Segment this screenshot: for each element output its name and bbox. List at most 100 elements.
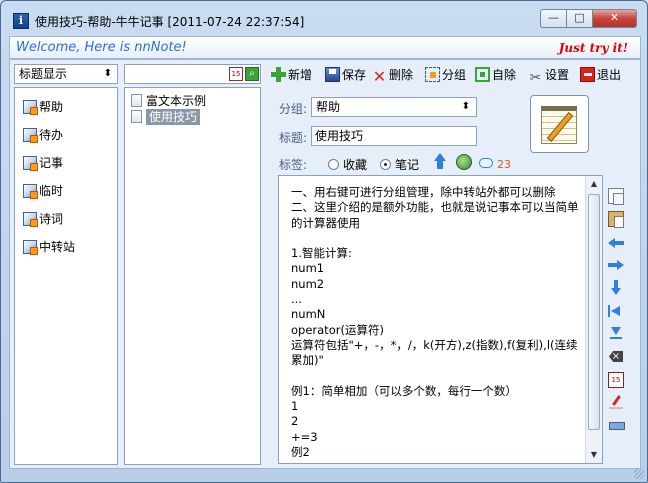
- comment-bubble-icon[interactable]: [479, 158, 493, 168]
- exit-button[interactable]: 退出: [580, 66, 621, 84]
- self-label: 自除: [492, 68, 517, 82]
- floppy-disk-icon: [325, 67, 340, 82]
- main-toolbar: 新增 保存 ✕ 删除 分组 自除 ✂ 设置 退出: [269, 64, 637, 86]
- category-select-value: 标题显示: [19, 67, 68, 81]
- group-label: 分组: [442, 68, 467, 82]
- eraser-icon[interactable]: [608, 417, 625, 433]
- exit-label: 退出: [597, 68, 622, 82]
- delete-button[interactable]: ✕ 删除: [372, 66, 414, 86]
- minimize-button[interactable]: —: [540, 9, 567, 28]
- folder-icon: [23, 184, 38, 199]
- arrow-right-icon[interactable]: [608, 257, 624, 273]
- plus-icon: [271, 67, 286, 82]
- settings-label: 设置: [545, 68, 570, 82]
- image-icon[interactable]: [456, 154, 472, 170]
- group-button[interactable]: 分组: [425, 66, 466, 84]
- skip-first-icon[interactable]: [608, 303, 624, 319]
- tag-field-label: 标签:: [279, 158, 308, 172]
- list-item-selected[interactable]: 使用技巧: [131, 108, 201, 125]
- sidebar-item-transit[interactable]: 中转站: [23, 238, 75, 256]
- list-item[interactable]: 富文本示例: [131, 92, 206, 108]
- save-label: 保存: [342, 68, 367, 82]
- sidebar-item-label: 待办: [39, 128, 64, 142]
- sidebar-item-notes[interactable]: 记事: [23, 154, 63, 172]
- copy-icon[interactable]: [608, 188, 624, 205]
- sidebar-item-label: 临时: [39, 184, 64, 198]
- sidebar-item-temp[interactable]: 临时: [23, 182, 63, 200]
- settings-button[interactable]: ✂ 设置: [528, 66, 570, 86]
- resize-grip[interactable]: [634, 469, 644, 479]
- exit-icon: [580, 67, 595, 82]
- slogan-text: Just try it!: [558, 41, 628, 55]
- delete-label: 删除: [389, 68, 414, 82]
- app-window: i 使用技巧-帮助-牛牛记事 [2011-07-24 22:37:54] — □…: [0, 0, 648, 483]
- editor-content[interactable]: 一、用右键可进行分组管理，除中转站外都可以删除 二、这里介绍的是额外功能，也就是…: [291, 185, 586, 460]
- paste-icon[interactable]: [608, 211, 624, 228]
- search-input[interactable]: 15 ⌕: [124, 64, 261, 84]
- group-icon: [425, 67, 440, 82]
- document-icon: [131, 110, 142, 123]
- window-title: 使用技巧-帮助-牛牛记事 [2011-07-24 22:37:54]: [35, 15, 305, 29]
- sidebar-item-label: 中转站: [39, 240, 76, 254]
- arrow-left-icon[interactable]: [608, 235, 624, 251]
- note-item-label: 富文本示例: [146, 94, 207, 108]
- tag-option-label: 笔记: [395, 158, 420, 172]
- tag-radio-favorite[interactable]: 收藏: [328, 156, 367, 173]
- tag-radio-note[interactable]: 笔记: [380, 156, 419, 173]
- folder-icon: [23, 212, 38, 227]
- document-icon: [131, 94, 142, 107]
- title-bar[interactable]: i 使用技巧-帮助-牛牛记事 [2011-07-24 22:37:54] — □…: [1, 1, 647, 35]
- welcome-banner: Welcome, Here is nnNote! Just try it!: [9, 36, 641, 59]
- self-icon: [475, 67, 490, 82]
- radio-icon: [380, 159, 391, 170]
- arrow-up-icon[interactable]: [433, 153, 447, 169]
- move-bottom-icon[interactable]: [608, 326, 624, 342]
- sidebar-item-label: 帮助: [39, 100, 64, 114]
- chevron-down-icon: ⬍: [461, 101, 470, 112]
- wrench-icon: ✂: [529, 70, 542, 86]
- chevron-down-icon: ⬍: [103, 68, 112, 79]
- folder-icon: [23, 128, 38, 143]
- save-button[interactable]: 保存: [325, 66, 366, 84]
- tag-option-label: 收藏: [343, 158, 368, 172]
- scroll-up-arrow[interactable]: ▲: [586, 176, 602, 192]
- arrow-down-icon[interactable]: [608, 280, 624, 296]
- welcome-text: Welcome, Here is nnNote!: [16, 40, 187, 55]
- group-select-value: 帮助: [316, 100, 341, 114]
- comment-count: 23: [497, 158, 511, 171]
- note-list: 富文本示例 使用技巧: [124, 87, 261, 465]
- new-label: 新增: [288, 68, 313, 82]
- folder-icon: [23, 240, 38, 255]
- group-field-label: 分组:: [279, 102, 308, 116]
- new-button[interactable]: 新增: [271, 66, 312, 84]
- pen-icon[interactable]: [608, 395, 624, 411]
- sidebar-item-poems[interactable]: 诗词: [23, 210, 63, 228]
- folder-icon: [23, 156, 38, 171]
- folder-icon: [23, 100, 38, 115]
- maximize-button[interactable]: □: [566, 9, 593, 28]
- category-display-select[interactable]: 标题显示 ⬍: [14, 64, 118, 84]
- sidebar-item-label: 记事: [39, 156, 64, 170]
- search-icon[interactable]: ⌕: [245, 67, 259, 81]
- app-info-icon[interactable]: i: [13, 13, 29, 29]
- calendar-icon[interactable]: 15: [229, 67, 243, 81]
- sidebar-item-label: 诗词: [39, 212, 64, 226]
- group-select[interactable]: 帮助 ⬍: [311, 97, 477, 117]
- title-input[interactable]: 使用技巧: [311, 126, 477, 146]
- self-delete-button[interactable]: 自除: [475, 66, 516, 84]
- sidebar-item-help[interactable]: 帮助: [23, 98, 63, 116]
- backspace-icon[interactable]: [608, 349, 624, 365]
- editor-scrollbar[interactable]: ▲ ▼: [585, 176, 602, 463]
- scroll-down-arrow[interactable]: ▼: [586, 447, 602, 463]
- close-button[interactable]: ✕: [592, 9, 637, 28]
- category-sidebar: 帮助 待办 记事 临时 诗词 中转站: [14, 87, 118, 465]
- scrollbar-thumb[interactable]: [588, 194, 600, 430]
- note-editor[interactable]: 一、用右键可进行分组管理，除中转站外都可以删除 二、这里介绍的是额外功能，也就是…: [278, 175, 603, 464]
- delete-x-icon: ✕: [372, 67, 387, 86]
- calendar-icon[interactable]: 15: [608, 372, 624, 388]
- note-item-label: 使用技巧: [146, 109, 201, 125]
- sidebar-item-todo[interactable]: 待办: [23, 126, 63, 144]
- title-field-label: 标题:: [279, 131, 308, 145]
- notepad-icon[interactable]: [530, 95, 589, 153]
- radio-icon: [328, 159, 339, 170]
